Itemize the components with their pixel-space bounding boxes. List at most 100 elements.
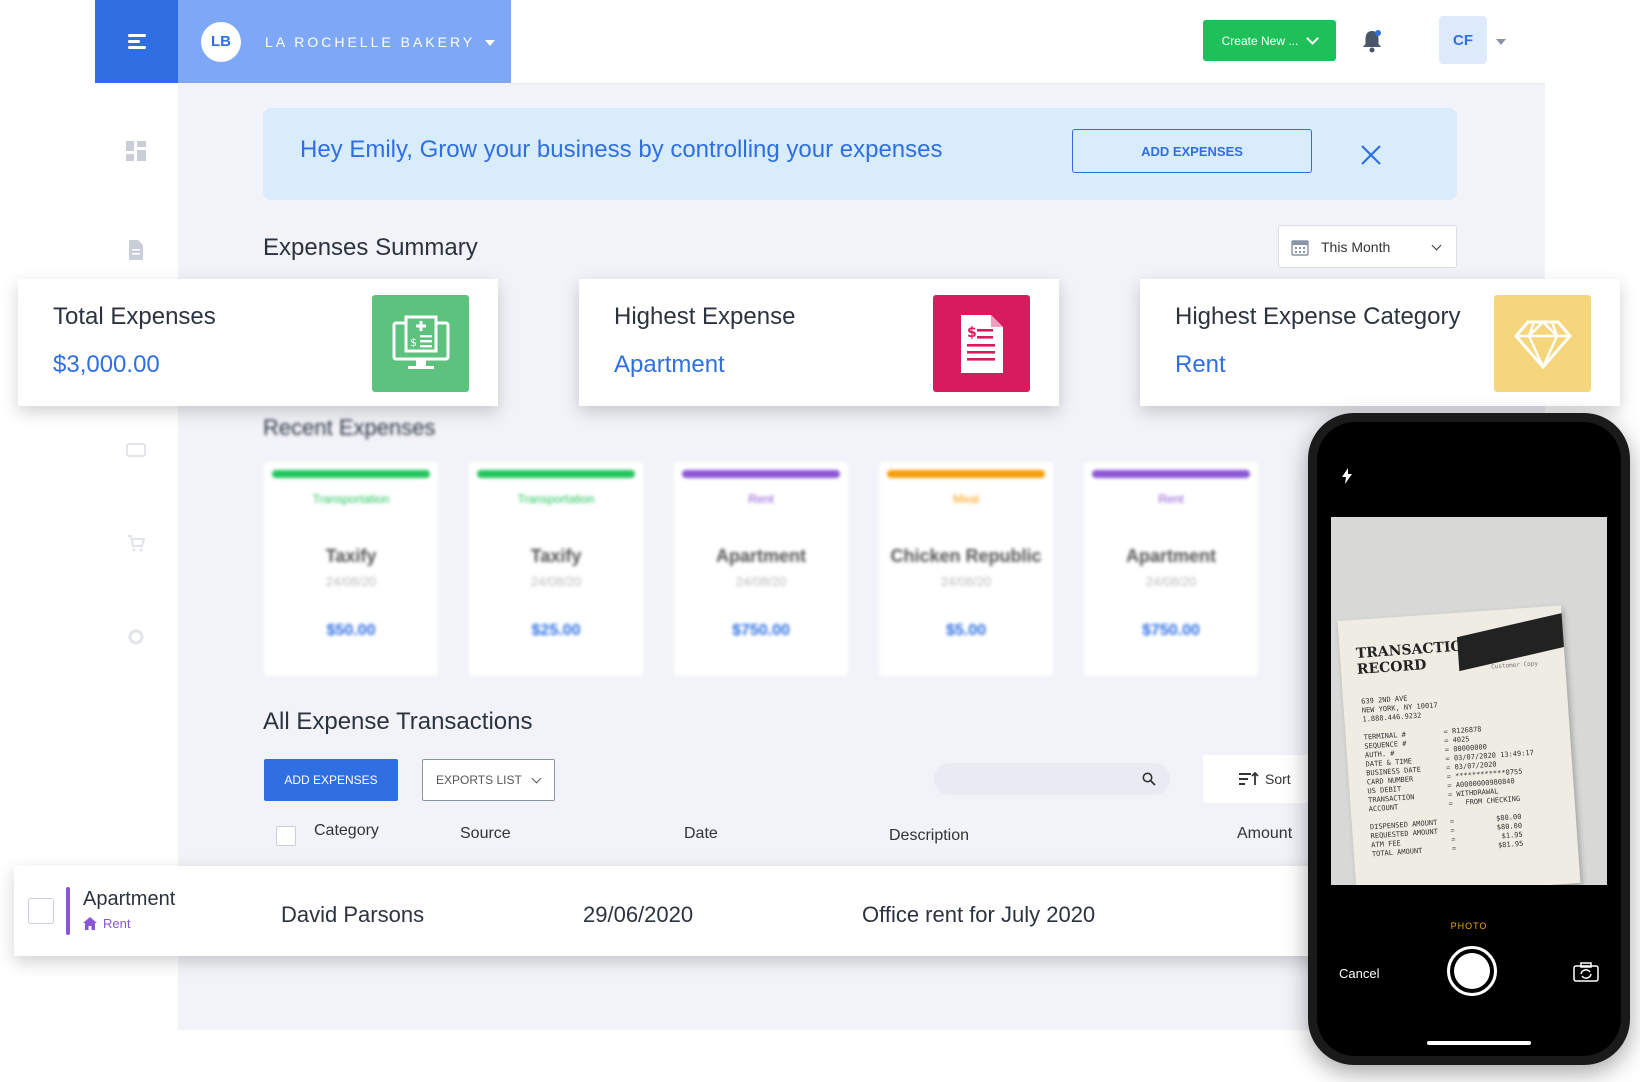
flash-icon[interactable] bbox=[1341, 468, 1353, 484]
document-icon[interactable] bbox=[126, 240, 146, 260]
close-icon[interactable] bbox=[1359, 143, 1383, 167]
search-icon[interactable] bbox=[1142, 772, 1156, 786]
exports-list-label: EXPORTS LIST bbox=[436, 773, 522, 787]
row-checkbox[interactable] bbox=[28, 898, 54, 924]
hamburger-icon bbox=[127, 31, 146, 52]
column-header-source[interactable]: Source bbox=[460, 825, 511, 843]
top-bar bbox=[511, 0, 1545, 84]
recent-expense-title: Taxify bbox=[325, 546, 377, 566]
recent-expense-card[interactable]: Rent Apartment 24/08/20 $750.00 bbox=[1084, 462, 1258, 676]
recent-expense-card[interactable]: Transportation Taxify 24/08/20 $25.00 bbox=[469, 462, 643, 676]
recent-expense-date: 24/08/20 bbox=[325, 574, 377, 589]
sort-label: Sort bbox=[1265, 771, 1291, 787]
recent-expense-date: 24/08/20 bbox=[735, 574, 787, 589]
recent-expense-category: Rent bbox=[748, 492, 774, 506]
receipt-photo: TRANSACTION RECORD Customer Copy 639 2ND… bbox=[1337, 605, 1581, 885]
category-color-bar bbox=[682, 470, 840, 478]
recent-expense-title: Taxify bbox=[530, 546, 582, 566]
sort-icon bbox=[1239, 772, 1259, 785]
caret-down-icon[interactable] bbox=[1496, 39, 1506, 45]
recent-expense-category: Meal bbox=[952, 492, 979, 506]
summary-card-value: Rent bbox=[1175, 351, 1226, 378]
category-color-bar bbox=[887, 470, 1045, 478]
welcome-banner: Hey Emily, Grow your business by control… bbox=[263, 108, 1457, 200]
home-indicator bbox=[1427, 1041, 1531, 1045]
column-header-category[interactable]: Category bbox=[314, 822, 379, 840]
row-category: Apartment bbox=[83, 888, 176, 910]
period-select-value: This Month bbox=[1321, 238, 1391, 255]
create-new-button[interactable]: Create New ... bbox=[1203, 20, 1336, 61]
flip-camera-icon[interactable] bbox=[1573, 962, 1599, 982]
banner-greeting: Hey Emily, Grow your business by control… bbox=[300, 136, 943, 163]
summary-card-label: Highest Expense Category bbox=[1175, 303, 1461, 330]
recent-expense-title: Chicken Republic bbox=[890, 546, 1042, 566]
category-color-bar bbox=[1092, 470, 1250, 478]
camera-screen: TRANSACTION RECORD Customer Copy 639 2ND… bbox=[1317, 422, 1621, 1056]
brand-name: LA ROCHELLE BAKERY bbox=[265, 33, 476, 50]
recent-expense-date: 24/08/20 bbox=[530, 574, 582, 589]
user-avatar[interactable]: CF bbox=[1439, 16, 1487, 64]
bell-icon[interactable] bbox=[1361, 29, 1383, 53]
recent-expense-date: 24/08/20 bbox=[940, 574, 992, 589]
add-expenses-button[interactable]: ADD EXPENSES bbox=[264, 759, 398, 801]
summary-card-highest-category: Highest Expense Category Rent bbox=[1140, 279, 1620, 406]
recent-expense-card[interactable]: Meal Chicken Republic 24/08/20 $5.00 bbox=[879, 462, 1053, 676]
banner-add-expenses-button[interactable]: ADD EXPENSES bbox=[1072, 129, 1312, 173]
recent-expense-category: Transportation bbox=[312, 492, 390, 506]
recent-expense-amount: $25.00 bbox=[531, 622, 581, 639]
exports-list-button[interactable]: EXPORTS LIST bbox=[422, 759, 555, 801]
svg-text:$: $ bbox=[967, 325, 977, 341]
column-header-description[interactable]: Description bbox=[889, 827, 969, 845]
business-switcher[interactable]: LB LA ROCHELLE BAKERY bbox=[178, 0, 511, 83]
column-header-date[interactable]: Date bbox=[684, 825, 718, 843]
phone-mockup: TRANSACTION RECORD Customer Copy 639 2ND… bbox=[1308, 413, 1630, 1065]
diamond-icon bbox=[1494, 295, 1591, 392]
recent-expense-category: Transportation bbox=[517, 492, 595, 506]
calendar-icon bbox=[1291, 239, 1309, 256]
settings-icon[interactable] bbox=[126, 627, 146, 647]
summary-card-highest-expense: Highest Expense Apartment $ bbox=[579, 279, 1059, 406]
recent-expense-amount: $5.00 bbox=[945, 622, 987, 639]
table-row[interactable]: Apartment Rent David Parsons 29/06/2020 … bbox=[14, 866, 1329, 956]
chevron-down-icon bbox=[531, 773, 542, 784]
wallet-icon[interactable] bbox=[126, 440, 146, 460]
menu-toggle-button[interactable] bbox=[95, 0, 178, 83]
camera-cancel-button[interactable]: Cancel bbox=[1339, 966, 1379, 981]
camera-mode-label[interactable]: PHOTO bbox=[1317, 921, 1621, 931]
svg-text:$: $ bbox=[410, 336, 417, 349]
column-header-amount[interactable]: Amount bbox=[1237, 825, 1292, 843]
expenses-summary-title: Expenses Summary bbox=[263, 234, 478, 261]
recent-expense-amount: $50.00 bbox=[326, 622, 376, 639]
row-source: David Parsons bbox=[281, 902, 425, 927]
dashboard-icon[interactable] bbox=[126, 141, 146, 161]
recent-expense-card[interactable]: Transportation Taxify 24/08/20 $50.00 bbox=[264, 462, 438, 676]
recent-expense-amount: $750.00 bbox=[732, 622, 790, 639]
transactions-title: All Expense Transactions bbox=[263, 708, 533, 735]
recent-expense-title: Apartment bbox=[715, 546, 806, 566]
recent-expense-title: Apartment bbox=[1125, 546, 1216, 566]
summary-card-value: $3,000.00 bbox=[53, 351, 160, 378]
summary-card-label: Total Expenses bbox=[53, 303, 216, 330]
document-dollar-icon: $ bbox=[933, 295, 1030, 392]
recent-expenses-list: Transportation Taxify 24/08/20 $50.00 Tr… bbox=[263, 462, 1313, 682]
row-subcategory: Rent bbox=[83, 916, 130, 931]
category-color-bar bbox=[272, 470, 430, 478]
camera-viewfinder: TRANSACTION RECORD Customer Copy 639 2ND… bbox=[1331, 517, 1607, 885]
computer-invoice-icon: $ bbox=[372, 295, 469, 392]
recent-expenses-title: Recent Expenses bbox=[263, 415, 436, 440]
recent-expense-card[interactable]: Rent Apartment 24/08/20 $750.00 bbox=[674, 462, 848, 676]
period-select[interactable]: This Month bbox=[1278, 225, 1457, 268]
recent-expense-date: 24/08/20 bbox=[1145, 574, 1197, 589]
row-date: 29/06/2020 bbox=[583, 902, 694, 927]
receipt-copy-label: Customer Copy bbox=[1490, 660, 1539, 671]
transactions-search-input[interactable] bbox=[934, 763, 1170, 795]
receipt-title: TRANSACTION RECORD bbox=[1355, 638, 1477, 678]
caret-down-icon bbox=[485, 40, 496, 46]
chevron-down-icon bbox=[1431, 240, 1442, 251]
summary-card-total: Total Expenses $3,000.00 $ bbox=[18, 279, 498, 406]
summary-card-label: Highest Expense bbox=[614, 303, 796, 330]
sort-button[interactable]: Sort bbox=[1203, 755, 1313, 803]
cart-icon[interactable] bbox=[126, 533, 146, 553]
select-all-checkbox[interactable] bbox=[276, 826, 296, 846]
shutter-button[interactable] bbox=[1447, 946, 1497, 996]
